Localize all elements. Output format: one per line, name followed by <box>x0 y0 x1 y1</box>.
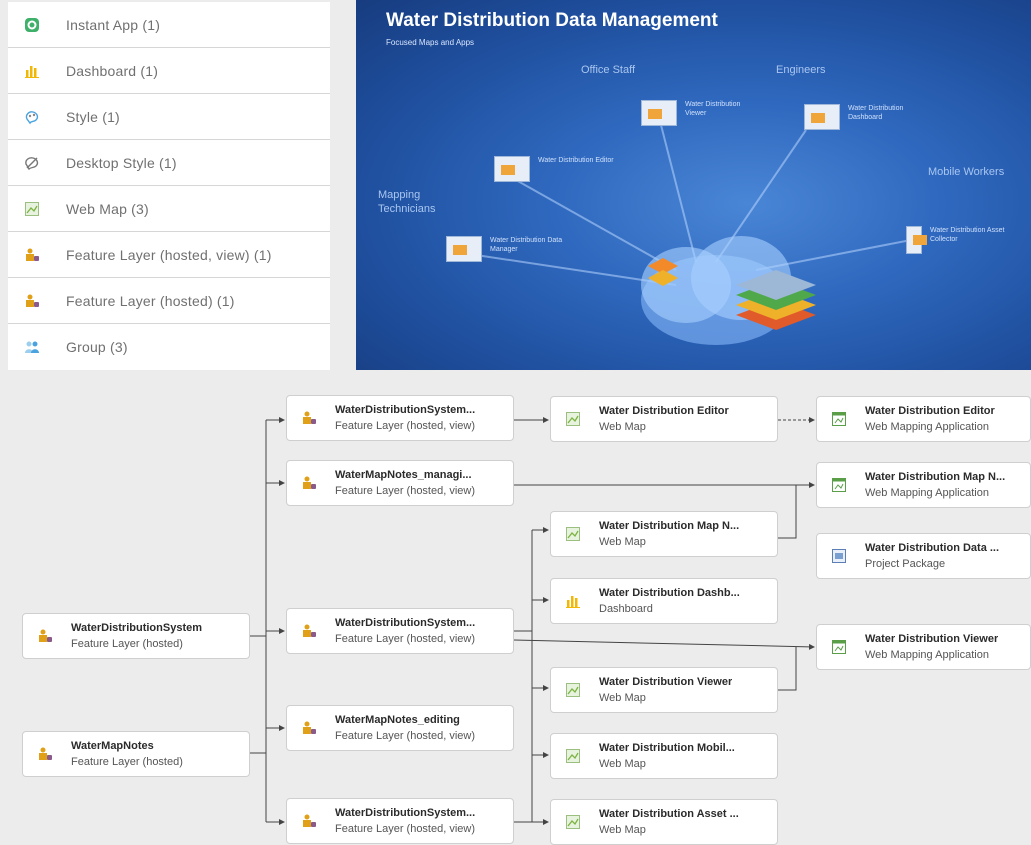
card-title: WaterDistributionSystem... <box>335 806 476 819</box>
card-type: Feature Layer (hosted, view) <box>335 632 476 645</box>
item-dependencies-page: Instant App (1) Dashboard (1) Style (1) … <box>0 0 1031 845</box>
dependency-card-map-editor[interactable]: Water Distribution Editor Web Map <box>550 396 778 442</box>
feature-layer-icon <box>37 628 53 644</box>
card-text: Water Distribution Map N... Web Mapping … <box>865 470 1005 501</box>
dependency-card-app-viewer[interactable]: Water Distribution Viewer Web Mapping Ap… <box>816 624 1031 670</box>
web-mapping-app-icon <box>831 477 847 493</box>
card-title: Water Distribution Editor <box>865 404 995 417</box>
dependency-card-map-map-notes[interactable]: Water Distribution Map N... Web Map <box>550 511 778 557</box>
dependency-card-app-editor[interactable]: Water Distribution Editor Web Mapping Ap… <box>816 396 1031 442</box>
card-type: Web Mapping Application <box>865 486 989 499</box>
card-title: Water Distribution Asset ... <box>599 807 739 820</box>
feature-layer-icon <box>301 410 317 426</box>
card-text: Water Distribution Data ... Project Pack… <box>865 541 999 572</box>
card-title: Water Distribution Map N... <box>865 470 1006 483</box>
dependency-card-source-water-map-notes[interactable]: WaterMapNotes Feature Layer (hosted) <box>22 731 250 777</box>
card-title: WaterMapNotes <box>71 739 154 752</box>
card-type: Web Map <box>599 823 646 836</box>
card-type: Web Mapping Application <box>865 648 989 661</box>
card-type: Web Mapping Application <box>865 420 989 433</box>
card-text: Water Distribution Dashb... Dashboard <box>599 586 740 617</box>
dashboard-icon <box>565 593 581 609</box>
dependency-card-view-3[interactable]: WaterDistributionSystem... Feature Layer… <box>286 608 514 654</box>
card-text: WaterMapNotes_editing Feature Layer (hos… <box>335 713 475 744</box>
card-type: Web Map <box>599 757 646 770</box>
card-title: Water Distribution Viewer <box>599 675 733 688</box>
card-title: WaterMapNotes_editing <box>335 713 460 726</box>
web-map-icon <box>565 682 581 698</box>
card-type: Web Map <box>599 535 646 548</box>
dependency-card-view-5[interactable]: WaterDistributionSystem... Feature Layer… <box>286 798 514 844</box>
web-map-icon <box>565 814 581 830</box>
card-type: Web Map <box>599 691 646 704</box>
dependency-card-map-viewer[interactable]: Water Distribution Viewer Web Map <box>550 667 778 713</box>
card-title: Water Distribution Data ... <box>865 541 1000 554</box>
dependency-card-map-asset[interactable]: Water Distribution Asset ... Web Map <box>550 799 778 845</box>
card-text: Water Distribution Mobil... Web Map <box>599 741 735 772</box>
card-text: Water Distribution Editor Web Map <box>599 404 729 435</box>
web-map-icon <box>565 526 581 542</box>
dependency-card-map-mobile[interactable]: Water Distribution Mobil... Web Map <box>550 733 778 779</box>
feature-layer-icon <box>301 720 317 736</box>
web-map-icon <box>565 411 581 427</box>
web-mapping-app-icon <box>831 639 847 655</box>
card-text: WaterDistributionSystem... Feature Layer… <box>335 806 475 837</box>
card-text: WaterDistributionSystem... Feature Layer… <box>335 616 475 647</box>
card-type: Feature Layer (hosted) <box>71 637 183 650</box>
card-title: Water Distribution Dashb... <box>599 586 740 599</box>
card-text: WaterDistributionSystem... Feature Layer… <box>335 403 475 434</box>
card-title: WaterDistributionSystem... <box>335 403 476 416</box>
card-type: Feature Layer (hosted, view) <box>335 419 476 432</box>
card-text: Water Distribution Viewer Web Map <box>599 675 732 706</box>
card-title: Water Distribution Mobil... <box>599 741 735 754</box>
feature-layer-icon <box>301 475 317 491</box>
card-text: Water Distribution Editor Web Mapping Ap… <box>865 404 995 435</box>
web-map-icon <box>565 748 581 764</box>
dependency-card-view-2[interactable]: WaterMapNotes_managi... Feature Layer (h… <box>286 460 514 506</box>
card-type: Feature Layer (hosted) <box>71 755 183 768</box>
project-package-icon <box>831 548 847 564</box>
card-title: Water Distribution Map N... <box>599 519 740 532</box>
card-type: Feature Layer (hosted, view) <box>335 729 476 742</box>
card-type: Web Map <box>599 420 646 433</box>
card-title: WaterDistributionSystem <box>71 621 203 634</box>
card-title: Water Distribution Editor <box>599 404 729 417</box>
web-mapping-app-icon <box>831 411 847 427</box>
card-type: Dashboard <box>599 602 653 615</box>
dependency-card-view-4[interactable]: WaterMapNotes_editing Feature Layer (hos… <box>286 705 514 751</box>
card-text: Water Distribution Map N... Web Map <box>599 519 739 550</box>
dependency-card-project-package[interactable]: Water Distribution Data ... Project Pack… <box>816 533 1031 579</box>
card-text: WaterDistributionSystem Feature Layer (h… <box>71 621 202 652</box>
card-text: WaterMapNotes_managi... Feature Layer (h… <box>335 468 475 499</box>
dependency-card-source-water-distribution-system[interactable]: WaterDistributionSystem Feature Layer (h… <box>22 613 250 659</box>
feature-layer-icon <box>301 813 317 829</box>
card-title: WaterMapNotes_managi... <box>335 468 472 481</box>
card-text: WaterMapNotes Feature Layer (hosted) <box>71 739 183 770</box>
card-type: Feature Layer (hosted, view) <box>335 822 476 835</box>
dependency-card-view-1[interactable]: WaterDistributionSystem... Feature Layer… <box>286 395 514 441</box>
card-text: Water Distribution Viewer Web Mapping Ap… <box>865 632 998 663</box>
card-type: Feature Layer (hosted, view) <box>335 484 476 497</box>
dependency-card-app-map-notes[interactable]: Water Distribution Map N... Web Mapping … <box>816 462 1031 508</box>
feature-layer-icon <box>37 746 53 762</box>
card-text: Water Distribution Asset ... Web Map <box>599 807 739 838</box>
card-title: WaterDistributionSystem... <box>335 616 476 629</box>
card-title: Water Distribution Viewer <box>865 632 999 645</box>
card-type: Project Package <box>865 557 946 570</box>
dependency-card-dashboard[interactable]: Water Distribution Dashb... Dashboard <box>550 578 778 624</box>
feature-layer-icon <box>301 623 317 639</box>
